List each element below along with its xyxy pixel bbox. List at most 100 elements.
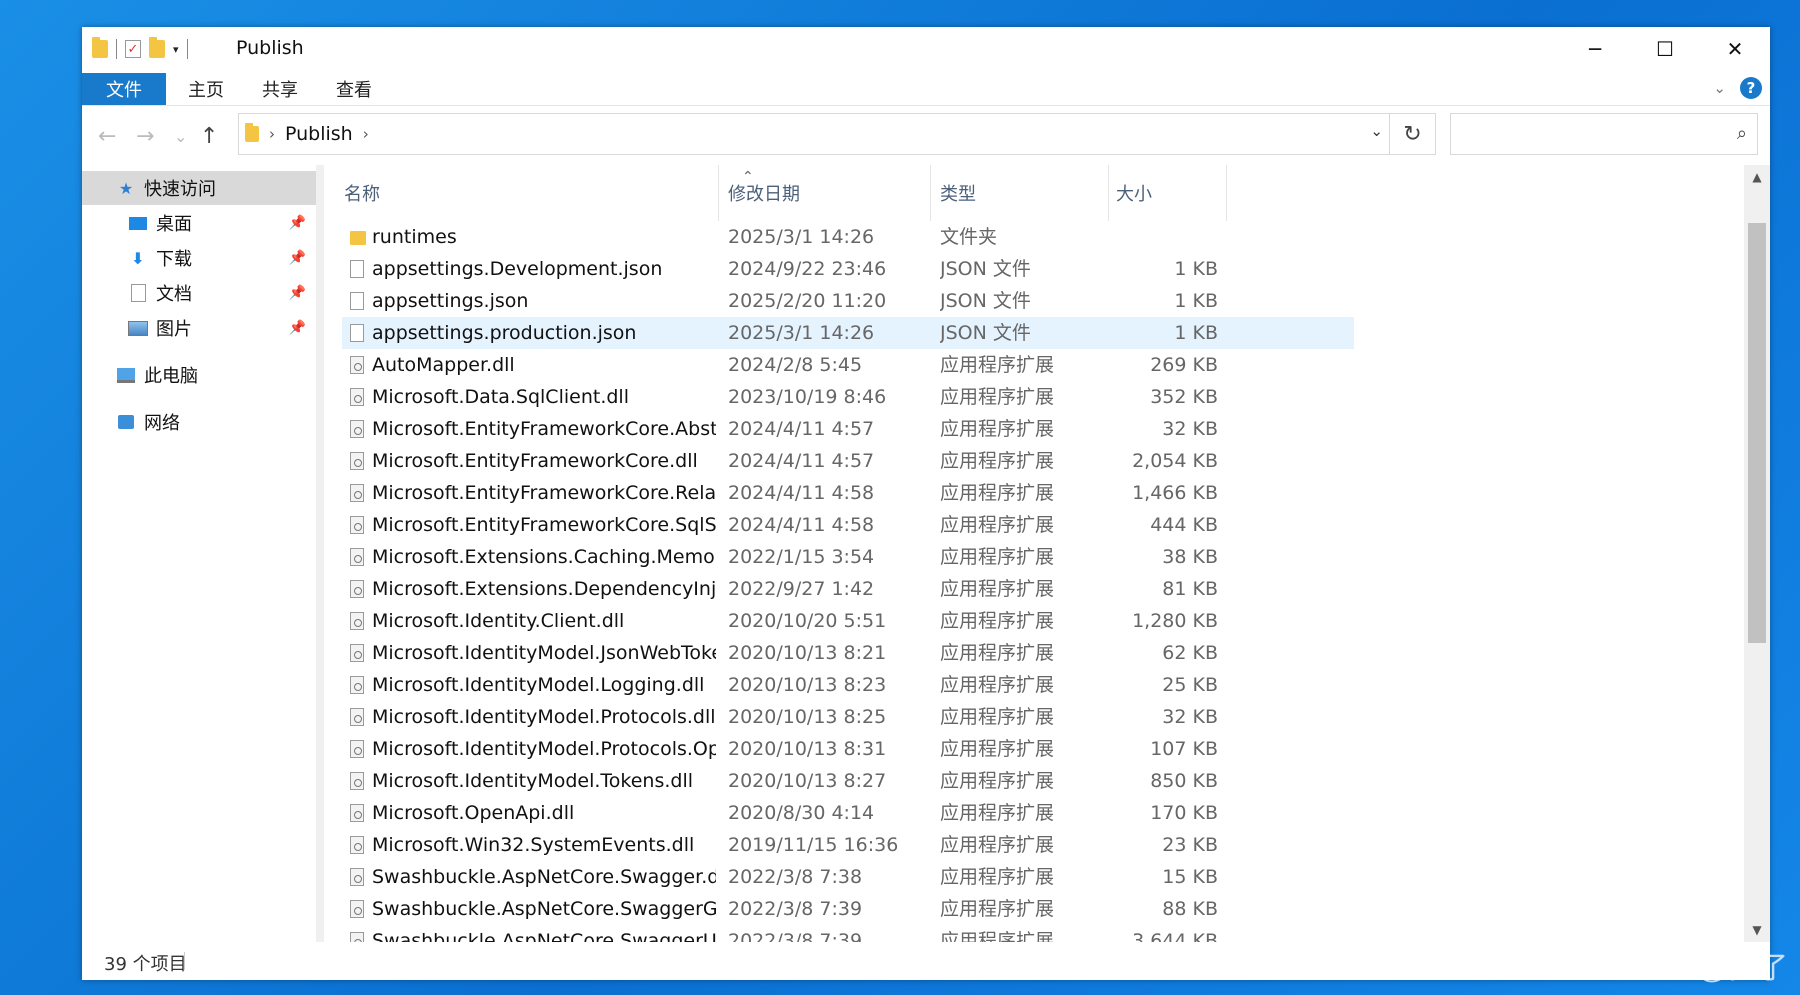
file-date: 2022/3/8 7:38: [728, 866, 863, 888]
table-row[interactable]: Microsoft.IdentityModel.JsonWebTokens.dl…: [342, 637, 1354, 669]
scrollbar-thumb[interactable]: [1748, 223, 1766, 643]
sidebar-item-desktop[interactable]: 桌面 📌: [82, 206, 316, 240]
file-type: 应用程序扩展: [940, 610, 1055, 632]
scroll-down-icon[interactable]: ▼: [1744, 918, 1770, 942]
chevron-right-icon[interactable]: ›: [363, 125, 369, 143]
table-row[interactable]: Swashbuckle.AspNetCore.SwaggerGen.dll 202…: [342, 893, 1354, 925]
column-separator[interactable]: [1108, 165, 1109, 221]
dll-file-icon: [350, 452, 364, 470]
sidebar-item-pictures[interactable]: 图片 📌: [82, 311, 316, 345]
minimize-button[interactable]: ─: [1560, 27, 1630, 71]
table-row[interactable]: Microsoft.Identity.Client.dll 2020/10/20 …: [342, 605, 1354, 637]
file-size: 32 KB: [1162, 418, 1218, 440]
chevron-down-icon[interactable]: ⌄: [1370, 122, 1383, 140]
file-date: 2020/10/13 8:23: [728, 674, 887, 696]
table-row[interactable]: appsettings.json 2025/2/20 11:20 JSON 文件 1 …: [342, 285, 1354, 317]
file-date: 2019/11/15 16:36: [728, 834, 899, 856]
status-separator: [184, 952, 185, 970]
table-row[interactable]: Microsoft.EntityFrameworkCore.Abstractio…: [342, 413, 1354, 445]
file-size: [1116, 221, 1218, 253]
column-header-name[interactable]: 名称: [344, 165, 714, 221]
search-box[interactable]: ⌕: [1450, 113, 1758, 156]
expand-ribbon-icon[interactable]: ⌄: [1713, 79, 1726, 97]
sidebar-item-documents[interactable]: 文档 📌: [82, 276, 316, 310]
json-file-icon: [350, 324, 364, 342]
chevron-right-icon[interactable]: ›: [269, 125, 275, 143]
file-type: 应用程序扩展: [940, 514, 1055, 536]
new-folder-icon[interactable]: [149, 37, 165, 58]
tab-view[interactable]: 查看: [336, 73, 372, 105]
dll-file-icon: [350, 516, 364, 534]
dll-file-icon: [350, 836, 364, 854]
forward-button[interactable]: →: [136, 107, 154, 165]
table-row[interactable]: Swashbuckle.AspNetCore.SwaggerUI.dll 2022…: [342, 925, 1354, 942]
table-row[interactable]: Microsoft.OpenApi.dll 2020/8/30 4:14 应用程序扩…: [342, 797, 1354, 829]
folder-icon[interactable]: [92, 37, 108, 58]
dll-file-icon: [350, 868, 364, 886]
column-header-type[interactable]: 类型: [940, 165, 1110, 221]
sidebar-item-downloads[interactable]: ⬇ 下载 📌: [82, 241, 316, 275]
pin-icon[interactable]: 📌: [289, 215, 306, 231]
file-date: 2024/2/8 5:45: [728, 354, 863, 376]
table-row[interactable]: Microsoft.Extensions.Caching.Memory.dll 2…: [342, 541, 1354, 573]
column-separator[interactable]: [718, 165, 719, 221]
column-separator[interactable]: [1226, 165, 1227, 221]
table-row[interactable]: Microsoft.IdentityModel.Tokens.dll 2020/1…: [342, 765, 1354, 797]
table-row[interactable]: runtimes 2025/3/1 14:26 文件夹: [342, 221, 1354, 253]
pin-icon[interactable]: 📌: [289, 320, 306, 336]
table-row[interactable]: Microsoft.IdentityModel.Protocols.OpenId…: [342, 733, 1354, 765]
vertical-scrollbar[interactable]: ▲ ▼: [1744, 165, 1770, 942]
file-name: Microsoft.IdentityModel.Tokens.dll: [372, 770, 694, 792]
breadcrumb-item[interactable]: Publish: [285, 123, 353, 145]
sidebar-item-quick-access[interactable]: ★ 快速访问: [82, 171, 316, 205]
table-row[interactable]: AutoMapper.dll 2024/2/8 5:45 应用程序扩展 269 KB: [342, 349, 1354, 381]
address-bar[interactable]: › Publish › ⌄: [238, 113, 1390, 155]
sidebar-item-this-pc[interactable]: 此电脑: [82, 358, 316, 392]
sidebar-item-network[interactable]: 网络: [82, 405, 316, 439]
table-row[interactable]: Microsoft.EntityFrameworkCore.dll 2024/4/…: [342, 445, 1354, 477]
customize-qat-icon[interactable]: ▾: [173, 43, 179, 56]
table-row[interactable]: Microsoft.EntityFrameworkCore.Relational…: [342, 477, 1354, 509]
navigation-pane-scrollbar[interactable]: [316, 165, 324, 942]
help-icon[interactable]: ?: [1740, 77, 1762, 99]
file-name: runtimes: [372, 226, 457, 248]
table-row[interactable]: Microsoft.Extensions.DependencyInjection…: [342, 573, 1354, 605]
pin-icon[interactable]: 📌: [289, 250, 306, 266]
table-row[interactable]: Swashbuckle.AspNetCore.Swagger.dll 2022/3…: [342, 861, 1354, 893]
file-size: 88 KB: [1162, 898, 1218, 920]
file-size: 81 KB: [1162, 578, 1218, 600]
scroll-up-icon[interactable]: ▲: [1744, 165, 1770, 189]
properties-icon[interactable]: ✓: [125, 40, 141, 58]
maximize-button[interactable]: ☐: [1630, 27, 1700, 71]
pin-icon[interactable]: 📌: [289, 285, 306, 301]
refresh-button[interactable]: ↻: [1390, 113, 1436, 155]
column-separator[interactable]: [930, 165, 931, 221]
qat-separator: [116, 39, 117, 59]
table-row[interactable]: appsettings.Development.json 2024/9/22 23…: [342, 253, 1354, 285]
table-row[interactable]: Microsoft.Data.SqlClient.dll 2023/10/19 8…: [342, 381, 1354, 413]
file-date: 2024/4/11 4:58: [728, 514, 875, 536]
table-row[interactable]: Microsoft.Win32.SystemEvents.dll 2019/11/…: [342, 829, 1354, 861]
table-row[interactable]: appsettings.production.json 2025/3/1 14:2…: [342, 317, 1354, 349]
column-header-date[interactable]: 修改日期: [728, 165, 928, 221]
tab-home[interactable]: 主页: [188, 73, 224, 105]
file-date: 2020/8/30 4:14: [728, 802, 875, 824]
close-button[interactable]: ✕: [1700, 27, 1770, 71]
file-size: 1 KB: [1174, 258, 1218, 280]
recent-locations-button[interactable]: ⌄: [174, 107, 187, 165]
file-type: 应用程序扩展: [940, 546, 1055, 568]
search-icon[interactable]: ⌕: [1737, 123, 1747, 144]
table-row[interactable]: Microsoft.IdentityModel.Logging.dll 2020/…: [342, 669, 1354, 701]
table-row[interactable]: Microsoft.EntityFrameworkCore.SqlServer.…: [342, 509, 1354, 541]
dll-file-icon: [350, 900, 364, 918]
tab-file[interactable]: 文件: [82, 73, 166, 105]
column-header-size[interactable]: 大小: [1116, 165, 1226, 221]
file-type: 应用程序扩展: [940, 482, 1055, 504]
back-button[interactable]: ←: [98, 107, 116, 165]
file-size: 25 KB: [1162, 674, 1218, 696]
up-button[interactable]: ↑: [200, 107, 218, 165]
search-input[interactable]: [1451, 114, 1721, 156]
file-name: appsettings.production.json: [372, 322, 637, 344]
tab-share[interactable]: 共享: [262, 73, 298, 105]
table-row[interactable]: Microsoft.IdentityModel.Protocols.dll 202…: [342, 701, 1354, 733]
